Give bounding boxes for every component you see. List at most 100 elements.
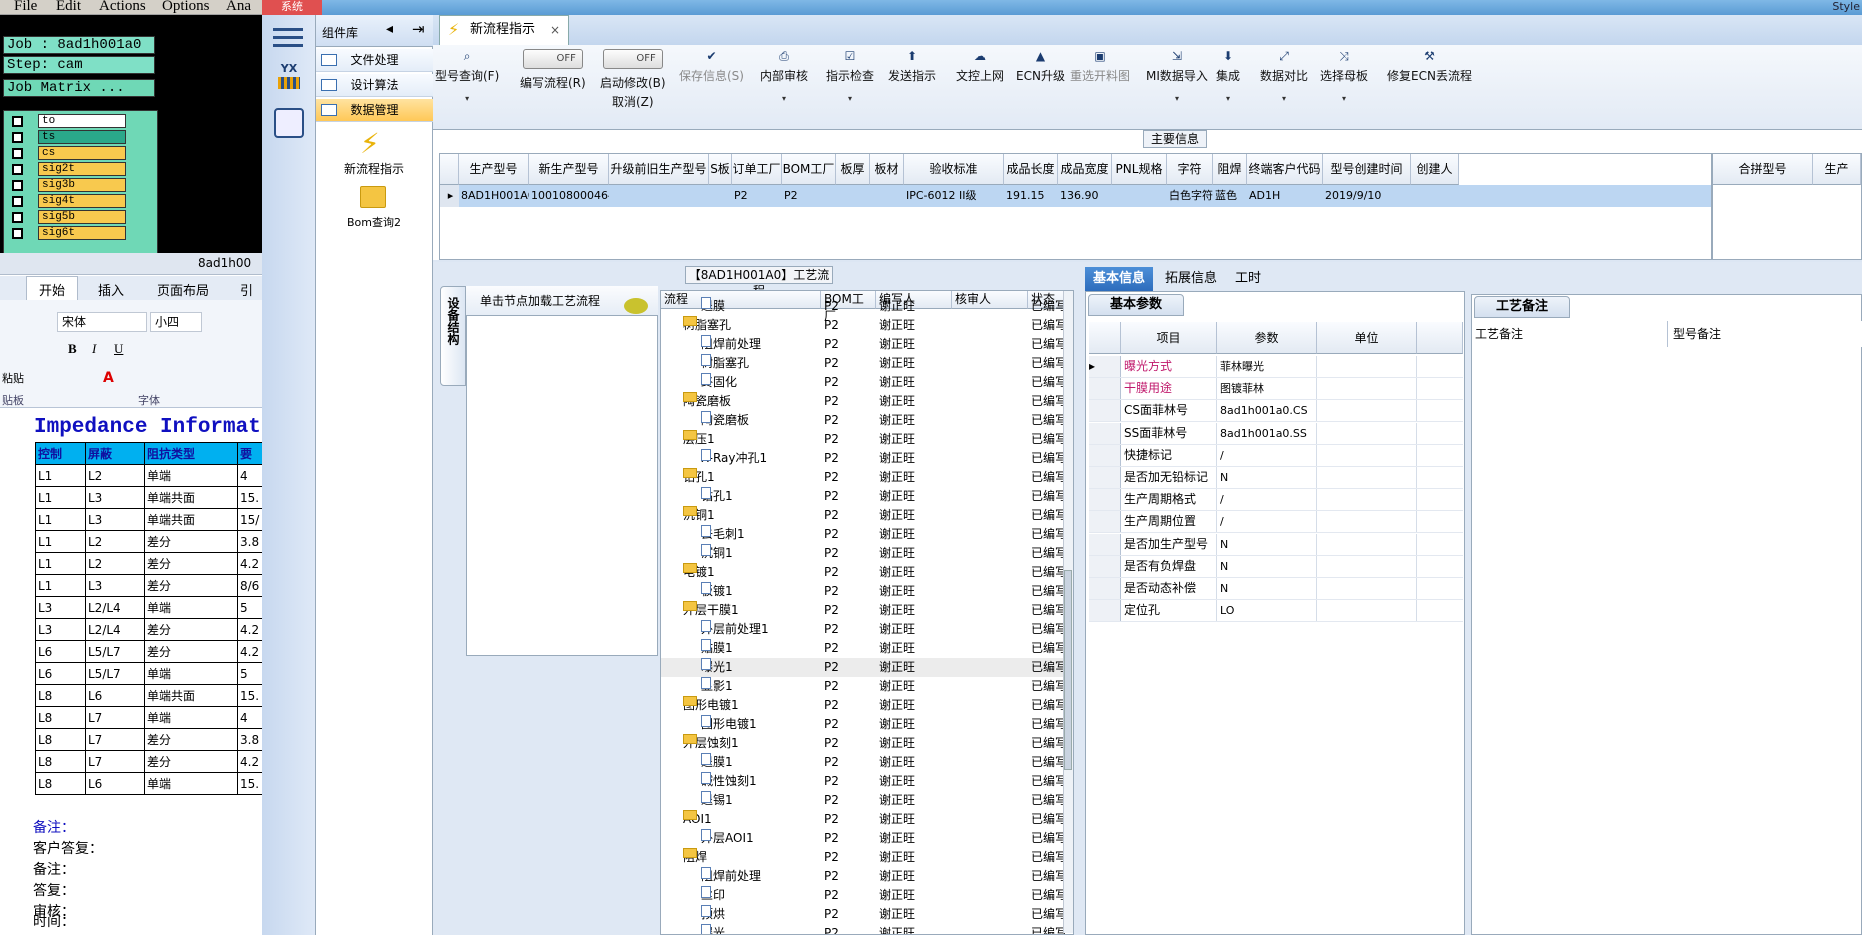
col-header[interactable]: 成品宽度 <box>1058 154 1112 185</box>
param-unit[interactable] <box>1317 600 1417 622</box>
param-row[interactable]: 生产周期格式 / <box>1089 489 1463 512</box>
tree-row[interactable]: 曝光 P2 谢正旺 已编写 <box>661 924 1067 934</box>
tree-node[interactable]: 退锡1 <box>701 791 733 810</box>
grid-cell[interactable] <box>870 185 904 207</box>
tree-row[interactable]: 外层AOI1 P2 谢正旺 已编写 <box>661 829 1067 848</box>
param-value[interactable]: 8ad1h001a0.SS <box>1217 422 1317 444</box>
tree-node[interactable]: 退膜1 <box>701 753 733 772</box>
col-header[interactable]: S板 <box>709 154 732 185</box>
param-unit[interactable] <box>1317 467 1417 488</box>
font-size-select[interactable]: 小四 <box>150 312 202 332</box>
grid-cell[interactable]: 白色字符 <box>1167 185 1213 207</box>
tree-row[interactable]: 去毛刺1 P2 谢正旺 已编写 <box>661 525 1067 544</box>
layer-item[interactable]: cs <box>6 145 156 161</box>
comp-file-processing[interactable]: 文件处理 <box>316 49 433 72</box>
hamburger-icon[interactable] <box>273 23 303 51</box>
toolbar-button-0[interactable]: ⌕ 型号查询(F) ▾ <box>435 49 499 103</box>
tree-node[interactable]: 丝印 <box>701 886 725 905</box>
chevron-down-icon[interactable]: ▾ <box>1216 94 1240 103</box>
tree-node[interactable]: X-Ray冲孔1 <box>701 449 767 468</box>
param-row[interactable]: 是否动态补偿 N <box>1089 578 1463 600</box>
layer-item[interactable]: sig3b <box>6 177 156 193</box>
tree-node[interactable]: −阻焊 <box>683 848 707 867</box>
tree-row[interactable]: −外层蚀刻1 P2 谢正旺 已编写 <box>661 734 1067 753</box>
menu-actions[interactable]: Actions <box>99 0 146 15</box>
tree-node[interactable]: 曝光1 <box>701 658 733 677</box>
tree-node[interactable]: 贴膜1 <box>701 639 733 658</box>
tree-node[interactable]: −外层干膜1 <box>683 601 739 620</box>
toolbar-button-10[interactable]: ⇲ MI数据导入 ▾ <box>1146 49 1208 103</box>
tree-node[interactable]: 板镀1 <box>701 582 733 601</box>
toolbar-button-13[interactable]: ⤨ 选择母板 ▾ <box>1320 49 1368 103</box>
tree-row[interactable]: 退膜1 P2 谢正旺 已编写 <box>661 753 1067 772</box>
tree-row[interactable]: 阻焊前处理 P2 谢正旺 已编写 <box>661 867 1067 886</box>
layer-item[interactable]: sig4t <box>6 193 156 209</box>
toolbar-button-7[interactable]: ☁ 文控上网 <box>956 49 1004 84</box>
param-value[interactable]: N <box>1217 555 1317 577</box>
grid-cell[interactable] <box>836 185 870 207</box>
param-unit[interactable] <box>1317 511 1417 533</box>
chevron-down-icon[interactable]: ▾ <box>1260 94 1308 103</box>
bom-query-launcher[interactable]: Bom查询2 <box>336 214 412 230</box>
param-row[interactable]: 是否加生产型号 N <box>1089 533 1463 556</box>
col-header[interactable]: BOM工厂 <box>782 154 836 185</box>
tree-row[interactable]: −阻焊 P2 谢正旺 已编写 <box>661 848 1067 867</box>
grid-cell[interactable]: AD1H <box>1247 185 1323 207</box>
grid-cell[interactable] <box>709 185 732 207</box>
new-flow-launcher[interactable]: 新流程指示 <box>336 160 412 177</box>
tree-row[interactable]: 退锡1 P2 谢正旺 已编写 <box>661 791 1067 810</box>
comment-icon[interactable] <box>624 298 648 314</box>
tree-row[interactable]: X-Ray冲孔1 P2 谢正旺 已编写 <box>661 449 1067 468</box>
param-row[interactable]: 定位孔 LO <box>1089 600 1463 623</box>
col-header[interactable]: 成品长度 <box>1004 154 1058 185</box>
toggle-switch[interactable]: OFF <box>522 49 583 69</box>
tree-row[interactable]: 曝光1 P2 谢正旺 已编写 <box>661 658 1067 677</box>
comp-data-management[interactable]: 数据管理 <box>316 99 433 122</box>
tree-node[interactable]: 终固化 <box>701 373 737 392</box>
tree-node[interactable]: −电镀1 <box>683 563 715 582</box>
layer-checkbox[interactable] <box>12 228 23 239</box>
tree-node[interactable]: 退膜 <box>701 297 725 316</box>
grid-cell[interactable]: IPC-6012 II级 <box>904 185 1004 207</box>
toolbar-button-1[interactable]: OFF 编写流程(R) <box>520 49 586 91</box>
calculator-icon[interactable] <box>274 108 304 138</box>
tree-row[interactable]: 预烘 P2 谢正旺 已编写 <box>661 905 1067 924</box>
toggle-switch[interactable]: OFF <box>602 49 663 69</box>
tree-node[interactable]: −外层蚀刻1 <box>683 734 739 753</box>
layer-checkbox[interactable] <box>12 180 23 191</box>
tree-node[interactable]: −陶瓷磨板 <box>683 392 731 411</box>
chevron-down-icon[interactable]: ▾ <box>435 94 499 103</box>
param-row[interactable]: 生产周期位置 / <box>1089 511 1463 534</box>
param-value[interactable]: N <box>1217 578 1317 599</box>
toolbar-button-3[interactable]: ✔ 保存信息(S) <box>679 49 744 84</box>
tab-equipment-structure[interactable]: 设备结构 <box>440 286 466 386</box>
tree-node[interactable]: 钻孔1 <box>701 487 733 506</box>
param-unit[interactable] <box>1317 489 1417 511</box>
tree-row[interactable]: 阻焊前处理 P2 谢正旺 已编写 <box>661 335 1067 354</box>
col-header[interactable]: 新生产型号 <box>529 154 609 185</box>
grid-cell[interactable]: 8AD1H001A0 <box>459 185 535 207</box>
param-unit[interactable] <box>1317 578 1417 599</box>
param-unit[interactable] <box>1317 378 1417 400</box>
tab-insert[interactable]: 插入 <box>98 280 124 299</box>
grid-cell[interactable] <box>1411 185 1459 207</box>
toolbar-button-2[interactable]: OFF 启动修改(B) 取消(Z) <box>600 49 666 110</box>
grid-cell[interactable]: 191.15 <box>1004 185 1058 207</box>
tree-node[interactable]: 外层前处理1 <box>701 620 769 639</box>
tree-node[interactable]: −图形电镀1 <box>683 696 739 715</box>
tree-node[interactable]: 去毛刺1 <box>701 525 745 544</box>
tree-row[interactable]: −沉铜1 P2 谢正旺 已编写 <box>661 506 1067 525</box>
menu-edit[interactable]: Edit <box>56 0 81 15</box>
menu-analysis[interactable]: Ana <box>226 0 251 15</box>
toolbar-button-6[interactable]: ⬆ 发送指示 <box>888 49 936 84</box>
tree-node[interactable]: 显影1 <box>701 677 733 696</box>
process-notes-field[interactable]: 工艺备注 <box>1472 321 1668 347</box>
tree-row[interactable]: 图形电镀1 P2 谢正旺 已编写 <box>661 715 1067 734</box>
param-unit[interactable] <box>1317 533 1417 555</box>
layer-item[interactable]: ts <box>6 129 156 145</box>
param-row[interactable]: 快捷标记 / <box>1089 444 1463 467</box>
tree-node[interactable]: 阻焊前处理 <box>701 867 761 886</box>
param-row[interactable]: ▸ 曝光方式 菲林曝光 <box>1089 356 1463 378</box>
tree-node[interactable]: 曝光 <box>701 924 725 934</box>
tree-node[interactable]: −AOI1 <box>683 810 712 829</box>
